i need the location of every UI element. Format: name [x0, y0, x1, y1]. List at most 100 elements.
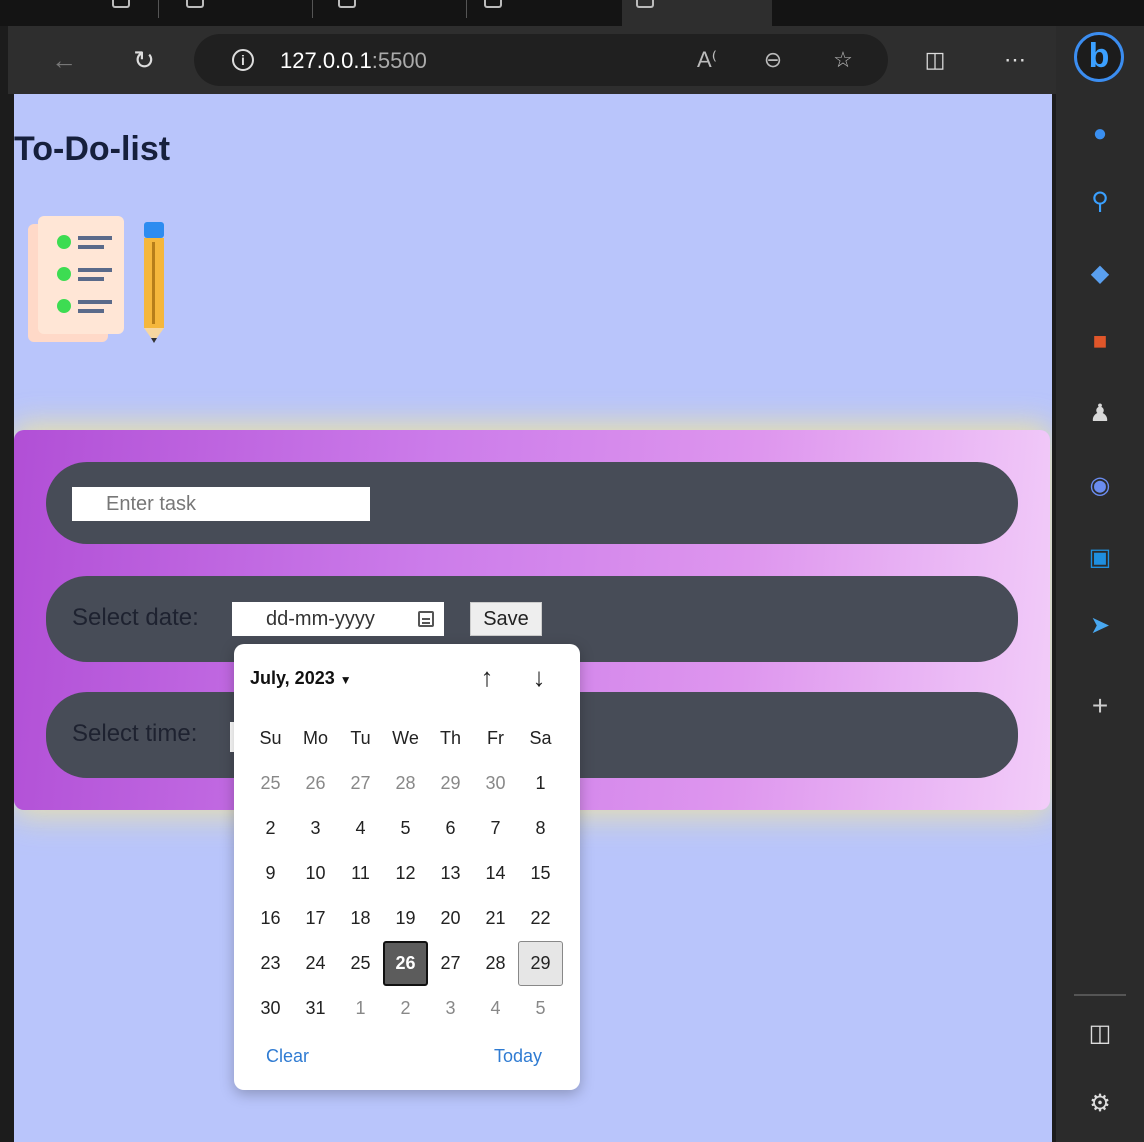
- calendar-day[interactable]: 4: [338, 806, 383, 851]
- weekday-header: Tu: [350, 728, 371, 748]
- today-button[interactable]: Today: [494, 1046, 542, 1067]
- calendar-day[interactable]: 25: [338, 941, 383, 986]
- read-aloud-icon[interactable]: A⁽: [692, 46, 722, 74]
- previous-month-arrow-icon[interactable]: ↑: [472, 662, 502, 692]
- task-row: [46, 462, 1018, 544]
- task-input[interactable]: [72, 487, 370, 521]
- date-label: Select date:: [72, 604, 199, 631]
- tab-favicon-icon[interactable]: [338, 0, 356, 8]
- search-icon[interactable]: ⚲: [1084, 186, 1116, 218]
- hide-sidebar-icon[interactable]: ◫: [1084, 1018, 1116, 1050]
- calendar-day[interactable]: 4: [473, 986, 518, 1031]
- calendar-day[interactable]: 29: [428, 761, 473, 806]
- games-chess-icon[interactable]: ♟: [1084, 398, 1116, 430]
- tab-favicon-icon[interactable]: [484, 0, 502, 8]
- favorite-star-icon[interactable]: ☆: [828, 46, 858, 74]
- back-arrow-icon[interactable]: ←: [46, 42, 82, 78]
- url-text[interactable]: 127.0.0.1:5500: [280, 48, 427, 74]
- calendar-day-selected[interactable]: 29: [518, 941, 563, 986]
- calendar-day[interactable]: 25: [248, 761, 293, 806]
- calendar-day[interactable]: 2: [248, 806, 293, 851]
- calendar-day[interactable]: 13: [428, 851, 473, 896]
- calendar-day[interactable]: 10: [293, 851, 338, 896]
- calendar-day[interactable]: 2: [383, 986, 428, 1031]
- tools-briefcase-icon[interactable]: ■: [1084, 326, 1116, 358]
- outlook-icon[interactable]: ▣: [1084, 542, 1116, 574]
- date-input[interactable]: dd-mm-yyyy: [232, 602, 444, 636]
- calendar-day[interactable]: 23: [248, 941, 293, 986]
- calendar-day[interactable]: 16: [248, 896, 293, 941]
- calendar-day[interactable]: 18: [338, 896, 383, 941]
- calendar-day[interactable]: 30: [248, 986, 293, 1031]
- calendar-day[interactable]: 17: [293, 896, 338, 941]
- calendar-day[interactable]: 22: [518, 896, 563, 941]
- calendar-day[interactable]: 3: [293, 806, 338, 851]
- calendar-grid: Su Mo Tu We Th Fr Sa 25 26 27 28 29 30 1…: [248, 716, 566, 1031]
- date-placeholder: dd-mm-yyyy: [266, 608, 375, 630]
- calendar-day[interactable]: 20: [428, 896, 473, 941]
- notification-bell-icon[interactable]: ●: [1084, 118, 1116, 150]
- tab-favicon-icon[interactable]: [186, 0, 204, 8]
- calendar-day[interactable]: 24: [293, 941, 338, 986]
- save-button[interactable]: Save: [470, 602, 542, 636]
- weekday-header: Su: [259, 728, 282, 748]
- calendar-day[interactable]: 15: [518, 851, 563, 896]
- microsoft-365-icon[interactable]: ◉: [1084, 470, 1116, 502]
- calendar-day-today[interactable]: 26: [383, 941, 428, 986]
- calendar-day[interactable]: 28: [473, 941, 518, 986]
- address-bar[interactable]: i 127.0.0.1:5500 A⁽ ⊖ ☆: [194, 34, 888, 86]
- calendar-day[interactable]: 5: [383, 806, 428, 851]
- zoom-out-icon[interactable]: ⊖: [758, 46, 788, 74]
- calendar-day[interactable]: 27: [338, 761, 383, 806]
- site-info-icon[interactable]: i: [232, 49, 254, 71]
- weekday-header: Sa: [529, 728, 552, 748]
- page-title: To-Do-list: [14, 130, 171, 168]
- weekday-header-row: Su Mo Tu We Th Fr Sa: [248, 716, 566, 761]
- calendar-day[interactable]: 3: [428, 986, 473, 1031]
- calendar-day[interactable]: 5: [518, 986, 563, 1031]
- next-month-arrow-icon[interactable]: ↓: [524, 662, 554, 692]
- month-year-selector[interactable]: July, 2023 ▼: [250, 668, 352, 689]
- clear-button[interactable]: Clear: [266, 1046, 309, 1067]
- calendar-day[interactable]: 7: [473, 806, 518, 851]
- calendar-day[interactable]: 1: [338, 986, 383, 1031]
- tab-favicon-icon[interactable]: [112, 0, 130, 8]
- calendar-day[interactable]: 31: [293, 986, 338, 1031]
- calendar-icon[interactable]: [418, 611, 434, 627]
- tab-separator: [312, 0, 313, 18]
- calendar-day[interactable]: 21: [473, 896, 518, 941]
- active-tab[interactable]: [622, 0, 772, 26]
- split-screen-icon[interactable]: ◫: [918, 44, 952, 76]
- tab-separator: [466, 0, 467, 18]
- tab-strip: [0, 0, 1144, 26]
- todo-list-logo-icon: [28, 216, 164, 343]
- tab-favicon-icon: [636, 0, 654, 8]
- calendar-day[interactable]: 19: [383, 896, 428, 941]
- calendar-week: 2 3 4 5 6 7 8: [248, 806, 566, 851]
- bing-copilot-icon[interactable]: b: [1074, 32, 1124, 82]
- browser-sidebar: b ● ⚲ ◆ ■ ♟ ◉ ▣ ➤ + ◫ ⚙: [1056, 26, 1144, 1142]
- calendar-day[interactable]: 30: [473, 761, 518, 806]
- shopping-tag-icon[interactable]: ◆: [1084, 258, 1116, 290]
- calendar-day[interactable]: 28: [383, 761, 428, 806]
- calendar-day[interactable]: 14: [473, 851, 518, 896]
- calendar-day[interactable]: 9: [248, 851, 293, 896]
- settings-gear-icon[interactable]: ⚙: [1084, 1088, 1116, 1120]
- refresh-icon[interactable]: ↻: [126, 42, 162, 78]
- calendar-day[interactable]: 1: [518, 761, 563, 806]
- browser-toolbar: ← ↻ i 127.0.0.1:5500 A⁽ ⊖ ☆ ◫ ⋯: [8, 26, 1056, 94]
- add-plus-icon[interactable]: +: [1084, 690, 1116, 722]
- calendar-day[interactable]: 27: [428, 941, 473, 986]
- calendar-day[interactable]: 8: [518, 806, 563, 851]
- drop-send-icon[interactable]: ➤: [1084, 610, 1116, 642]
- date-picker-popup: July, 2023 ▼ ↑ ↓ Su Mo Tu We Th Fr Sa 25…: [234, 644, 580, 1090]
- more-menu-icon[interactable]: ⋯: [998, 44, 1032, 76]
- calendar-day[interactable]: 12: [383, 851, 428, 896]
- weekday-header: Mo: [302, 728, 328, 748]
- weekday-header: We: [392, 728, 419, 748]
- sidebar-divider: [1074, 994, 1126, 996]
- calendar-day[interactable]: 26: [293, 761, 338, 806]
- url-host: 127.0.0.1: [280, 48, 372, 73]
- calendar-day[interactable]: 6: [428, 806, 473, 851]
- calendar-day[interactable]: 11: [338, 851, 383, 896]
